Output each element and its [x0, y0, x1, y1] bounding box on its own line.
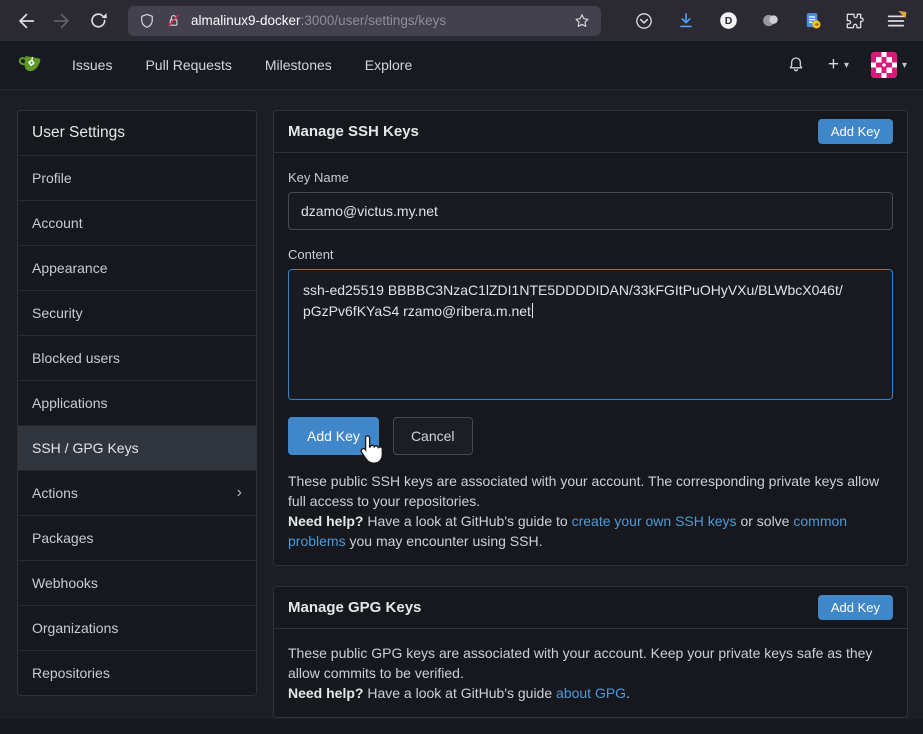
- reload-button[interactable]: [82, 6, 114, 36]
- sidebar-item-applications[interactable]: Applications: [18, 380, 256, 425]
- ssh-help-text: These public SSH keys are associated wit…: [288, 471, 893, 551]
- sidebar-item-blocked-users[interactable]: Blocked users: [18, 335, 256, 380]
- content-label: Content: [288, 247, 893, 262]
- manage-ssh-keys-panel: Manage SSH Keys Add Key Key Name Content…: [273, 110, 908, 566]
- notifications-button[interactable]: [786, 55, 806, 75]
- gpg-help-text: These public GPG keys are associated wit…: [288, 643, 893, 703]
- sidebar-item-account[interactable]: Account: [18, 200, 256, 245]
- forward-button[interactable]: [46, 6, 78, 36]
- browser-toolbar: almalinux9-docker:3000/user/settings/key…: [0, 0, 923, 41]
- tracking-shield-icon[interactable]: [138, 12, 156, 30]
- gitea-logo[interactable]: [16, 50, 46, 80]
- create-new-dropdown[interactable]: + ▾: [828, 54, 849, 76]
- reload-icon: [88, 10, 109, 31]
- about-gpg-link[interactable]: about GPG: [556, 685, 626, 701]
- translate-extension-icon[interactable]: [799, 6, 825, 36]
- chevron-down-icon: ▾: [844, 60, 849, 71]
- menu-hamburger-icon[interactable]: [883, 6, 909, 36]
- back-arrow-icon: [15, 10, 37, 32]
- sidebar-item-ssh-gpg-keys[interactable]: SSH / GPG Keys: [18, 425, 256, 470]
- manage-gpg-keys-panel: Manage GPG Keys Add Key These public GPG…: [273, 586, 908, 718]
- gpg-help-line1: These public GPG keys are associated wit…: [288, 643, 893, 683]
- gpg-help-line2: Need help? Have a look at GitHub's guide…: [288, 683, 893, 703]
- forward-arrow-icon: [51, 10, 73, 32]
- extension-gray-icon[interactable]: [757, 6, 783, 36]
- identicon-avatar-icon: [871, 52, 897, 78]
- sidebar-item-actions[interactable]: Actions ›: [18, 470, 256, 515]
- gpg-panel-title: Manage GPG Keys: [288, 599, 421, 616]
- key-content-line1: ssh-ed25519 BBBBC3NzaC1lZDI1NTE5DDDDIDAN…: [303, 280, 878, 301]
- gpg-add-key-toggle-button[interactable]: Add Key: [818, 595, 893, 620]
- plus-icon: +: [828, 54, 839, 76]
- ssh-add-key-toggle-button[interactable]: Add Key: [818, 119, 893, 144]
- key-name-label: Key Name: [288, 170, 893, 185]
- toolbar-extensions: D: [631, 6, 913, 36]
- gitea-navbar: Issues Pull Requests Milestones Explore …: [0, 41, 923, 90]
- ssh-help-line2: Need help? Have a look at GitHub's guide…: [288, 511, 893, 551]
- darkreader-extension-icon[interactable]: D: [715, 6, 741, 36]
- bookmark-star-icon[interactable]: [573, 12, 591, 30]
- bell-icon: [786, 55, 806, 75]
- sidebar-item-webhooks[interactable]: Webhooks: [18, 560, 256, 605]
- nav-milestones[interactable]: Milestones: [265, 49, 332, 81]
- page-footer: [0, 719, 923, 734]
- svg-text:D: D: [724, 15, 732, 27]
- back-button[interactable]: [10, 6, 42, 36]
- ssh-panel-title: Manage SSH Keys: [288, 123, 419, 140]
- add-key-submit-button[interactable]: Add Key: [288, 417, 379, 455]
- cancel-button[interactable]: Cancel: [393, 417, 473, 455]
- ssh-help-line1: These public SSH keys are associated wit…: [288, 471, 893, 511]
- insecure-lock-icon[interactable]: [165, 12, 182, 29]
- text-caret: [532, 303, 534, 318]
- url-bar[interactable]: almalinux9-docker:3000/user/settings/key…: [128, 6, 601, 36]
- key-content-line2: pGzPv6fKYaS4 rzamo@ribera.m.net: [303, 301, 878, 322]
- pocket-icon[interactable]: [631, 6, 657, 36]
- settings-sidebar: User Settings Profile Account Appearance…: [17, 110, 257, 696]
- chevron-right-icon: ›: [237, 484, 242, 502]
- url-path: :3000/user/settings/keys: [301, 13, 447, 28]
- sidebar-item-packages[interactable]: Packages: [18, 515, 256, 560]
- url-text: almalinux9-docker:3000/user/settings/key…: [191, 13, 564, 28]
- gitea-teacup-icon: [16, 51, 45, 80]
- sidebar-item-repositories[interactable]: Repositories: [18, 650, 256, 695]
- nav-issues[interactable]: Issues: [72, 49, 112, 81]
- create-ssh-keys-link[interactable]: create your own SSH keys: [572, 513, 737, 529]
- sidebar-title: User Settings: [18, 111, 256, 155]
- sidebar-item-security[interactable]: Security: [18, 290, 256, 335]
- sidebar-item-appearance[interactable]: Appearance: [18, 245, 256, 290]
- sidebar-item-profile[interactable]: Profile: [18, 155, 256, 200]
- sidebar-item-organizations[interactable]: Organizations: [18, 605, 256, 650]
- avatar: [871, 52, 897, 78]
- user-menu-dropdown[interactable]: ▾: [871, 52, 907, 78]
- extensions-puzzle-icon[interactable]: [841, 6, 867, 36]
- key-content-textarea[interactable]: ssh-ed25519 BBBBC3NzaC1lZDI1NTE5DDDDIDAN…: [288, 269, 893, 400]
- nav-pull-requests[interactable]: Pull Requests: [145, 49, 231, 81]
- chevron-down-icon: ▾: [902, 60, 907, 71]
- nav-explore[interactable]: Explore: [365, 49, 412, 81]
- downloads-icon[interactable]: [673, 6, 699, 36]
- key-name-input[interactable]: [288, 192, 893, 230]
- url-host: almalinux9-docker: [191, 13, 301, 28]
